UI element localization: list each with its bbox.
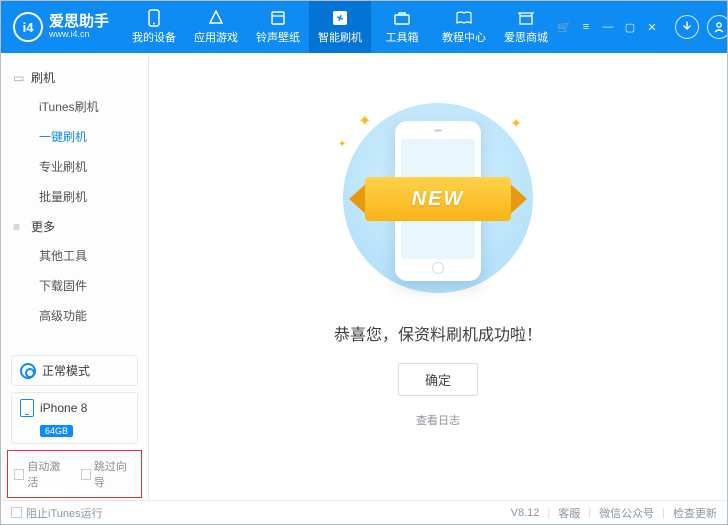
- block-itunes-checkbox[interactable]: 阻止iTunes运行: [11, 505, 103, 521]
- user-button[interactable]: [707, 15, 728, 39]
- menu-icon[interactable]: ≡: [579, 21, 593, 33]
- tab-label: 应用游戏: [194, 29, 238, 45]
- brand-text: 爱思助手 www.i4.cn: [49, 14, 109, 40]
- sidebar-item-batch-flash[interactable]: 批量刷机: [1, 182, 148, 212]
- device-icon: [144, 9, 164, 27]
- block-itunes-label: 阻止iTunes运行: [26, 505, 103, 521]
- device-indicator[interactable]: iPhone 8 64GB: [11, 392, 138, 444]
- success-illustration: ✦ ✦ ✦ NEW: [328, 93, 548, 303]
- footer-right: V8.12 | 客服 | 微信公众号 | 检查更新: [511, 505, 717, 521]
- tab-my-device[interactable]: 我的设备: [123, 1, 185, 53]
- toolbox-icon: [392, 9, 412, 27]
- device-phone-icon: [20, 399, 34, 417]
- brand-name: 爱思助手: [49, 14, 109, 31]
- tab-label: 工具箱: [386, 29, 419, 45]
- checkbox-icon: [11, 507, 22, 518]
- sidebar-item-advanced[interactable]: 高级功能: [1, 301, 148, 331]
- logo-icon: i4: [13, 12, 43, 42]
- ribbon-text: NEW: [365, 177, 511, 221]
- device-name: iPhone 8: [40, 401, 87, 415]
- tab-ring-wall[interactable]: 铃声壁纸: [247, 1, 309, 53]
- header-bar: i4 爱思助手 www.i4.cn 我的设备 应用游戏 铃声壁纸 智能刷机: [1, 1, 727, 53]
- sidebar-item-oneclick-flash[interactable]: 一键刷机: [1, 122, 148, 152]
- ringtone-icon: [268, 9, 288, 27]
- tab-toolbox[interactable]: 工具箱: [371, 1, 433, 53]
- tab-label: 教程中心: [442, 29, 486, 45]
- mode-icon: [20, 363, 36, 379]
- sidebar-group-flash[interactable]: ▭ 刷机: [1, 63, 148, 92]
- auto-activate-label: 自动激活: [27, 458, 68, 490]
- tab-smart-flash[interactable]: 智能刷机: [309, 1, 371, 53]
- sparkle-icon: ✦: [510, 115, 522, 132]
- main-panel: ✦ ✦ ✦ NEW 恭喜您，保资料刷机成功啦！ 确定 查看日志: [149, 53, 727, 500]
- skip-guide-checkbox[interactable]: 跳过向导: [81, 458, 136, 490]
- sidebar-group-title: 更多: [31, 218, 55, 235]
- cart-icon[interactable]: 🛒: [557, 21, 571, 34]
- close-button[interactable]: ✕: [645, 21, 659, 34]
- check-update-link[interactable]: 检查更新: [673, 505, 717, 521]
- auto-activate-checkbox[interactable]: 自动激活: [14, 458, 69, 490]
- list-icon: ≡: [13, 220, 25, 234]
- checkbox-icon: [14, 469, 24, 480]
- sidebar-item-download-fw[interactable]: 下载固件: [1, 271, 148, 301]
- body: ▭ 刷机 iTunes刷机 一键刷机 专业刷机 批量刷机 ≡ 更多 其他工具 下…: [1, 53, 727, 500]
- phone-outline-icon: ▭: [13, 71, 25, 85]
- new-ribbon: NEW: [343, 171, 533, 227]
- mode-indicator[interactable]: 正常模式: [11, 355, 138, 386]
- flash-icon: [330, 9, 350, 27]
- sidebar-bottom: 正常模式 iPhone 8 64GB 自动激活 跳过向导: [1, 349, 148, 500]
- mode-label: 正常模式: [42, 362, 90, 379]
- sidebar-item-other-tools[interactable]: 其他工具: [1, 241, 148, 271]
- sidebar: ▭ 刷机 iTunes刷机 一键刷机 专业刷机 批量刷机 ≡ 更多 其他工具 下…: [1, 53, 149, 500]
- support-link[interactable]: 客服: [558, 505, 580, 521]
- app-window: i4 爱思助手 www.i4.cn 我的设备 应用游戏 铃声壁纸 智能刷机: [0, 0, 728, 525]
- sidebar-group-more[interactable]: ≡ 更多: [1, 212, 148, 241]
- view-log-link[interactable]: 查看日志: [416, 412, 460, 428]
- tab-tutorials[interactable]: 教程中心: [433, 1, 495, 53]
- apps-icon: [206, 9, 226, 27]
- sparkle-icon: ✦: [358, 111, 371, 131]
- store-icon: [516, 9, 536, 27]
- book-icon: [454, 9, 474, 27]
- sidebar-scroll: ▭ 刷机 iTunes刷机 一键刷机 专业刷机 批量刷机 ≡ 更多 其他工具 下…: [1, 53, 148, 339]
- tab-store[interactable]: 爱思商城: [495, 1, 557, 53]
- skip-guide-label: 跳过向导: [94, 458, 135, 490]
- sidebar-group-title: 刷机: [31, 69, 55, 86]
- tab-label: 铃声壁纸: [256, 29, 300, 45]
- window-controls: 🛒 ≡ — ▢ ✕: [557, 21, 659, 34]
- header-right: 🛒 ≡ — ▢ ✕: [557, 15, 728, 39]
- checkbox-icon: [81, 469, 91, 480]
- brand: i4 爱思助手 www.i4.cn: [13, 12, 123, 42]
- sidebar-item-itunes-flash[interactable]: iTunes刷机: [1, 92, 148, 122]
- footer-bar: 阻止iTunes运行 V8.12 | 客服 | 微信公众号 | 检查更新: [1, 500, 727, 524]
- ok-button[interactable]: 确定: [398, 363, 478, 396]
- version-label: V8.12: [511, 507, 540, 519]
- sidebar-item-pro-flash[interactable]: 专业刷机: [1, 152, 148, 182]
- sparkle-icon: ✦: [338, 139, 346, 150]
- tab-label: 爱思商城: [504, 29, 548, 45]
- tab-label: 我的设备: [132, 29, 176, 45]
- success-message: 恭喜您，保资料刷机成功啦！: [334, 321, 542, 345]
- tab-apps[interactable]: 应用游戏: [185, 1, 247, 53]
- maximize-button[interactable]: ▢: [623, 21, 637, 34]
- header-tabs: 我的设备 应用游戏 铃声壁纸 智能刷机 工具箱 教程中心: [123, 1, 557, 53]
- tab-label: 智能刷机: [318, 29, 362, 45]
- wechat-link[interactable]: 微信公众号: [599, 505, 654, 521]
- brand-site: www.i4.cn: [49, 30, 109, 40]
- download-button[interactable]: [675, 15, 699, 39]
- minimize-button[interactable]: —: [601, 21, 615, 33]
- device-capacity-badge: 64GB: [40, 425, 73, 437]
- post-flash-options: 自动激活 跳过向导: [7, 450, 142, 498]
